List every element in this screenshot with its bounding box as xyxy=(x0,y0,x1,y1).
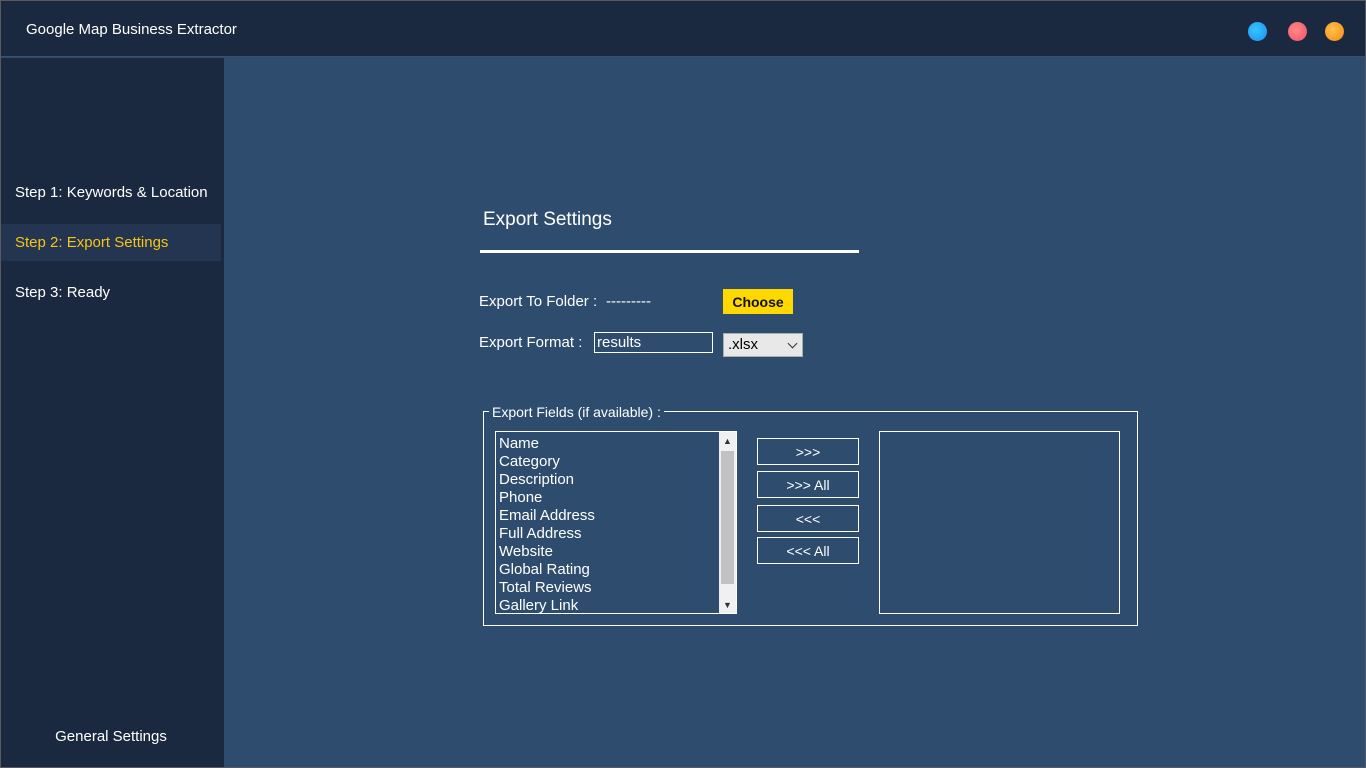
list-item[interactable]: Phone xyxy=(499,489,595,507)
list-item[interactable]: Total Reviews xyxy=(499,579,595,597)
add-field-button[interactable]: >>> xyxy=(757,438,859,465)
sidebar-item-step3[interactable]: Step 3: Ready xyxy=(1,274,221,311)
list-item[interactable]: Category xyxy=(499,453,595,471)
scroll-thumb[interactable] xyxy=(721,451,734,584)
scroll-down-icon[interactable]: ▼ xyxy=(719,596,736,613)
add-all-fields-button[interactable]: >>> All xyxy=(757,471,859,498)
list-item[interactable]: Gallery Link xyxy=(499,597,595,613)
selected-fields-list[interactable] xyxy=(879,431,1120,614)
list-item[interactable]: Name xyxy=(499,435,595,453)
app-window: Google Map Business Extractor Step 1: Ke… xyxy=(0,0,1366,768)
list-item[interactable]: Website xyxy=(499,543,595,561)
list-item[interactable]: Email Address xyxy=(499,507,595,525)
export-folder-label: Export To Folder : xyxy=(479,293,598,310)
format-select-value: .xlsx xyxy=(728,336,758,353)
list-item[interactable]: Global Rating xyxy=(499,561,595,579)
available-fields-list[interactable]: Name Category Description Phone Email Ad… xyxy=(495,431,737,614)
list-scrollbar[interactable]: ▲ ▼ xyxy=(719,432,736,613)
scroll-up-icon[interactable]: ▲ xyxy=(719,432,736,449)
list-item[interactable]: Full Address xyxy=(499,525,595,543)
chevron-down-icon xyxy=(787,338,798,349)
sidebar-item-step1[interactable]: Step 1: Keywords & Location xyxy=(1,174,221,211)
export-fields-legend: Export Fields (if available) : xyxy=(489,404,664,420)
list-item[interactable]: Description xyxy=(499,471,595,489)
choose-folder-button[interactable]: Choose xyxy=(723,289,793,314)
title-underline xyxy=(480,250,859,253)
export-format-label: Export Format : xyxy=(479,334,583,351)
app-title: Google Map Business Extractor xyxy=(26,21,237,38)
main-panel: Export Settings Export To Folder : -----… xyxy=(224,58,1365,767)
general-settings-link[interactable]: General Settings xyxy=(1,728,221,745)
minimize-button[interactable] xyxy=(1248,22,1267,41)
export-folder-value: --------- xyxy=(606,293,651,310)
page-title: Export Settings xyxy=(483,209,612,230)
format-select[interactable]: .xlsx xyxy=(723,333,803,357)
filename-input[interactable]: results xyxy=(594,332,713,353)
title-bar: Google Map Business Extractor xyxy=(1,1,1365,57)
remove-field-button[interactable]: <<< xyxy=(757,505,859,532)
close-button[interactable] xyxy=(1325,22,1344,41)
remove-all-fields-button[interactable]: <<< All xyxy=(757,537,859,564)
sidebar: Step 1: Keywords & Location Step 2: Expo… xyxy=(1,58,224,767)
maximize-button[interactable] xyxy=(1288,22,1307,41)
sidebar-item-step2[interactable]: Step 2: Export Settings xyxy=(1,224,221,261)
